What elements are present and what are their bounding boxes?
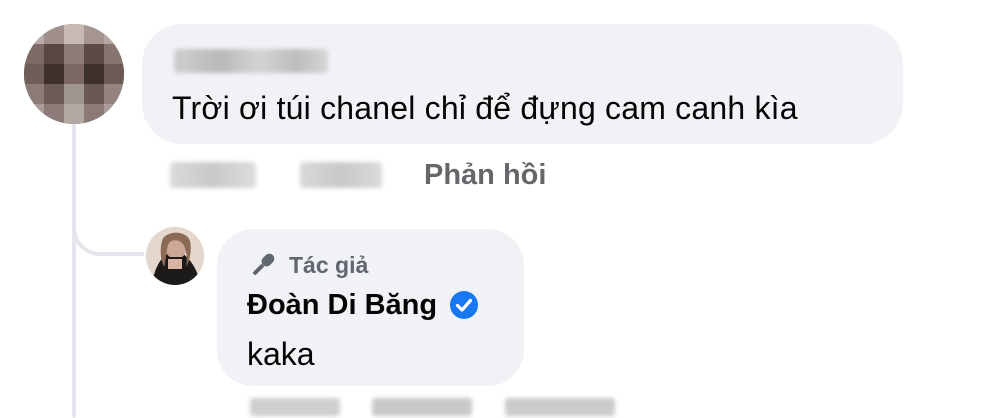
reply-author-name[interactable]: Đoàn Di Băng: [247, 286, 437, 324]
pixelated-avatar-image: [24, 24, 124, 124]
commenter-avatar[interactable]: [24, 24, 124, 124]
thread-line: [72, 118, 76, 418]
microphone-icon: [247, 250, 279, 280]
author-avatar-image: [146, 227, 204, 285]
reply-author-row: Đoàn Di Băng: [247, 286, 479, 324]
blurred-reply-timestamp: [250, 398, 340, 416]
author-badge-label: Tác giả: [289, 252, 369, 278]
reply-connector: [72, 170, 144, 256]
reply-button[interactable]: Phản hồi: [424, 156, 546, 194]
verified-badge-icon: [449, 290, 479, 320]
blurred-timestamp: [170, 162, 256, 188]
blurred-reply-reply[interactable]: [505, 398, 615, 416]
blurred-like-button[interactable]: [300, 162, 382, 188]
author-badge: Tác giả: [247, 250, 368, 280]
reply-text: kaka: [247, 336, 315, 372]
author-avatar[interactable]: [146, 227, 204, 285]
blurred-reply-like[interactable]: [372, 398, 472, 416]
comment-text: Trời ơi túi chanel chỉ để đựng cam canh …: [172, 90, 798, 126]
blurred-commenter-name: [174, 49, 328, 73]
